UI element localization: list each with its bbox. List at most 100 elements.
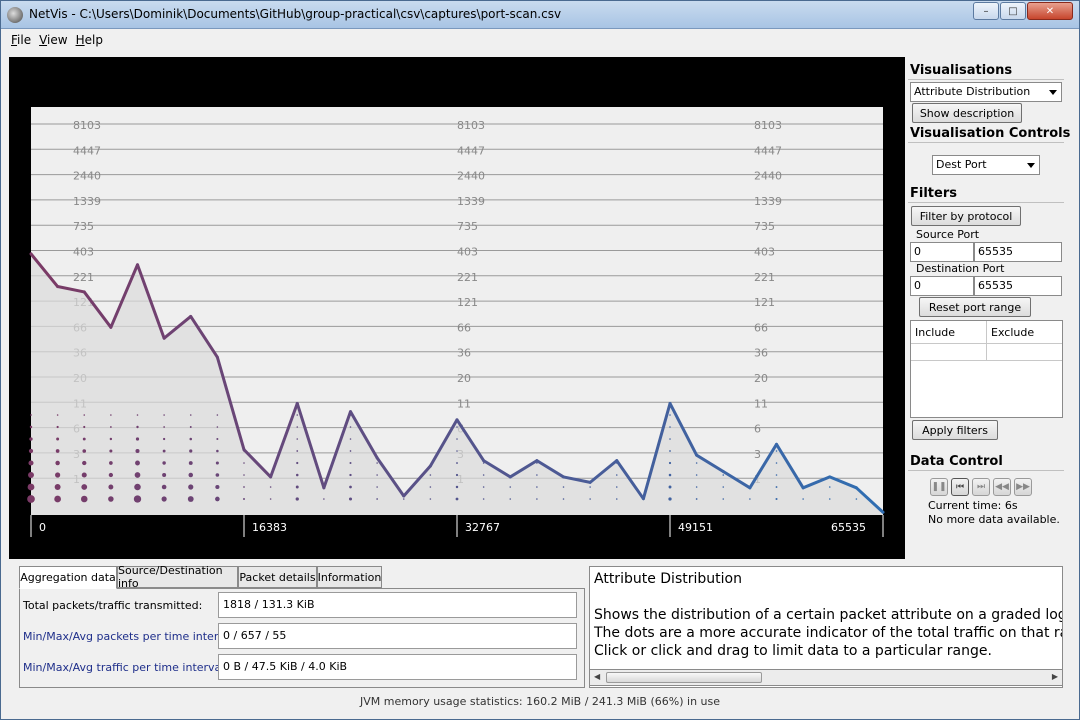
tab-information[interactable]: Information — [317, 566, 382, 588]
density-dot — [536, 498, 538, 500]
density-dot — [162, 461, 166, 465]
source-port-min-input[interactable]: 0 — [910, 242, 974, 262]
density-dot — [536, 486, 538, 488]
y-tick-label: 20 — [457, 372, 471, 385]
density-dot — [54, 495, 61, 503]
horizontal-scrollbar[interactable]: ◀ ▶ — [589, 669, 1063, 686]
density-dot — [722, 498, 725, 500]
pause-icon[interactable]: ❚❚ — [930, 478, 948, 496]
density-dot — [668, 473, 672, 477]
attribute-select[interactable]: Dest Port — [932, 155, 1040, 175]
density-dot — [509, 498, 512, 500]
filter-by-protocol-button[interactable]: Filter by protocol — [911, 206, 1021, 226]
tab-aggregation-data[interactable]: Aggregation data — [19, 566, 117, 589]
x-tick-label: 32767 — [465, 521, 500, 534]
density-dot — [775, 497, 778, 501]
menu-file[interactable]: File — [11, 33, 31, 47]
y-tick-label: 11 — [457, 397, 471, 410]
dest-port-min-input[interactable]: 0 — [910, 276, 974, 296]
scroll-right-icon[interactable]: ▶ — [1052, 672, 1058, 681]
density-dot — [349, 450, 352, 452]
rewind-to-start-icon[interactable]: ⏮ — [951, 478, 969, 496]
attribute-distribution-chart[interactable]: 8103444724401339735403221121663620116318… — [9, 57, 905, 559]
density-dot — [828, 498, 831, 500]
header-divider — [911, 343, 1062, 344]
y-tick-label: 36 — [457, 347, 471, 360]
y-tick-label: 221 — [754, 271, 775, 284]
menu-help[interactable]: Help — [76, 33, 103, 47]
density-dot — [163, 414, 165, 416]
reset-port-range-button[interactable]: Reset port range — [919, 297, 1031, 317]
density-dot — [455, 485, 459, 489]
traffic-per-interval-value: 0 B / 47.5 KiB / 4.0 KiB — [218, 654, 577, 680]
source-port-max-input[interactable]: 65535 — [974, 242, 1062, 262]
density-dot — [189, 414, 192, 416]
minimize-button[interactable]: – — [973, 2, 999, 20]
density-dot — [161, 484, 167, 490]
app-window: NetVis - C:\Users\Dominik\Documents\GitH… — [0, 0, 1080, 720]
density-dot — [29, 437, 33, 441]
protocol-filter-table[interactable]: Include Exclude — [910, 320, 1063, 418]
menu-view[interactable]: View — [39, 33, 67, 47]
density-dot — [134, 483, 141, 491]
density-dot — [188, 484, 194, 490]
density-dot — [216, 426, 219, 428]
density-dot — [135, 448, 140, 454]
density-dot — [243, 498, 245, 500]
visualisation-canvas[interactable]: 8103444724401339735403221121663620116318… — [9, 57, 905, 559]
skip-to-end-icon[interactable]: ⏭ — [972, 478, 990, 496]
traffic-per-interval-label: Min/Max/Avg traffic per time interval: — [23, 661, 229, 674]
density-dot — [349, 473, 352, 477]
tab-source-destination-info[interactable]: Source/Destination info — [117, 564, 238, 590]
density-dot — [216, 414, 219, 416]
density-dot — [161, 496, 167, 502]
apply-filters-button[interactable]: Apply filters — [912, 420, 998, 440]
density-dot — [402, 498, 405, 500]
density-dot — [722, 486, 725, 488]
density-dot — [136, 425, 139, 429]
show-description-button[interactable]: Show description — [912, 103, 1022, 123]
y-tick-label: 4447 — [457, 144, 485, 157]
dest-port-max-input[interactable]: 65535 — [974, 276, 1062, 296]
density-dot — [482, 498, 485, 500]
divider — [908, 202, 1064, 203]
x-tick-label: 49151 — [678, 521, 713, 534]
density-dot — [55, 472, 61, 478]
density-dot — [482, 486, 485, 488]
scroll-thumb[interactable] — [606, 672, 762, 683]
visualisation-select-value: Attribute Distribution — [914, 85, 1031, 98]
y-tick-label: 403 — [754, 246, 775, 259]
density-dot — [81, 484, 88, 490]
density-dot — [669, 438, 671, 440]
density-dot — [376, 462, 378, 464]
density-dot — [722, 474, 725, 476]
density-dot — [56, 437, 60, 441]
density-dot — [27, 483, 35, 491]
step-forward-icon[interactable]: ▶▶ — [1014, 478, 1032, 496]
density-dot — [109, 461, 113, 465]
density-dot — [695, 474, 698, 476]
tab-packet-details[interactable]: Packet details — [238, 566, 317, 588]
density-dot — [669, 414, 671, 416]
y-tick-label: 403 — [73, 246, 94, 259]
description-line: Click or click and drag to limit data to… — [594, 643, 992, 659]
visualisation-select[interactable]: Attribute Distribution — [910, 82, 1062, 102]
step-back-icon[interactable]: ◀◀ — [993, 478, 1011, 496]
density-dot — [28, 472, 34, 478]
close-button[interactable]: ✕ — [1027, 2, 1073, 20]
density-dot — [243, 462, 245, 464]
maximize-button[interactable]: □ — [1000, 2, 1026, 20]
y-tick-label: 1339 — [457, 195, 485, 208]
y-tick-label: 66 — [754, 321, 768, 334]
density-dot — [695, 462, 698, 464]
density-dot — [376, 474, 378, 476]
total-packets-value: 1818 / 131.3 KiB — [218, 592, 577, 618]
scroll-left-icon[interactable]: ◀ — [594, 672, 600, 681]
y-tick-label: 735 — [457, 220, 478, 233]
density-dot — [455, 473, 459, 477]
y-tick-label: 66 — [457, 321, 471, 334]
density-dot — [108, 472, 114, 478]
density-dot — [802, 498, 804, 500]
density-dot — [429, 498, 432, 500]
include-header: Include — [915, 326, 956, 339]
